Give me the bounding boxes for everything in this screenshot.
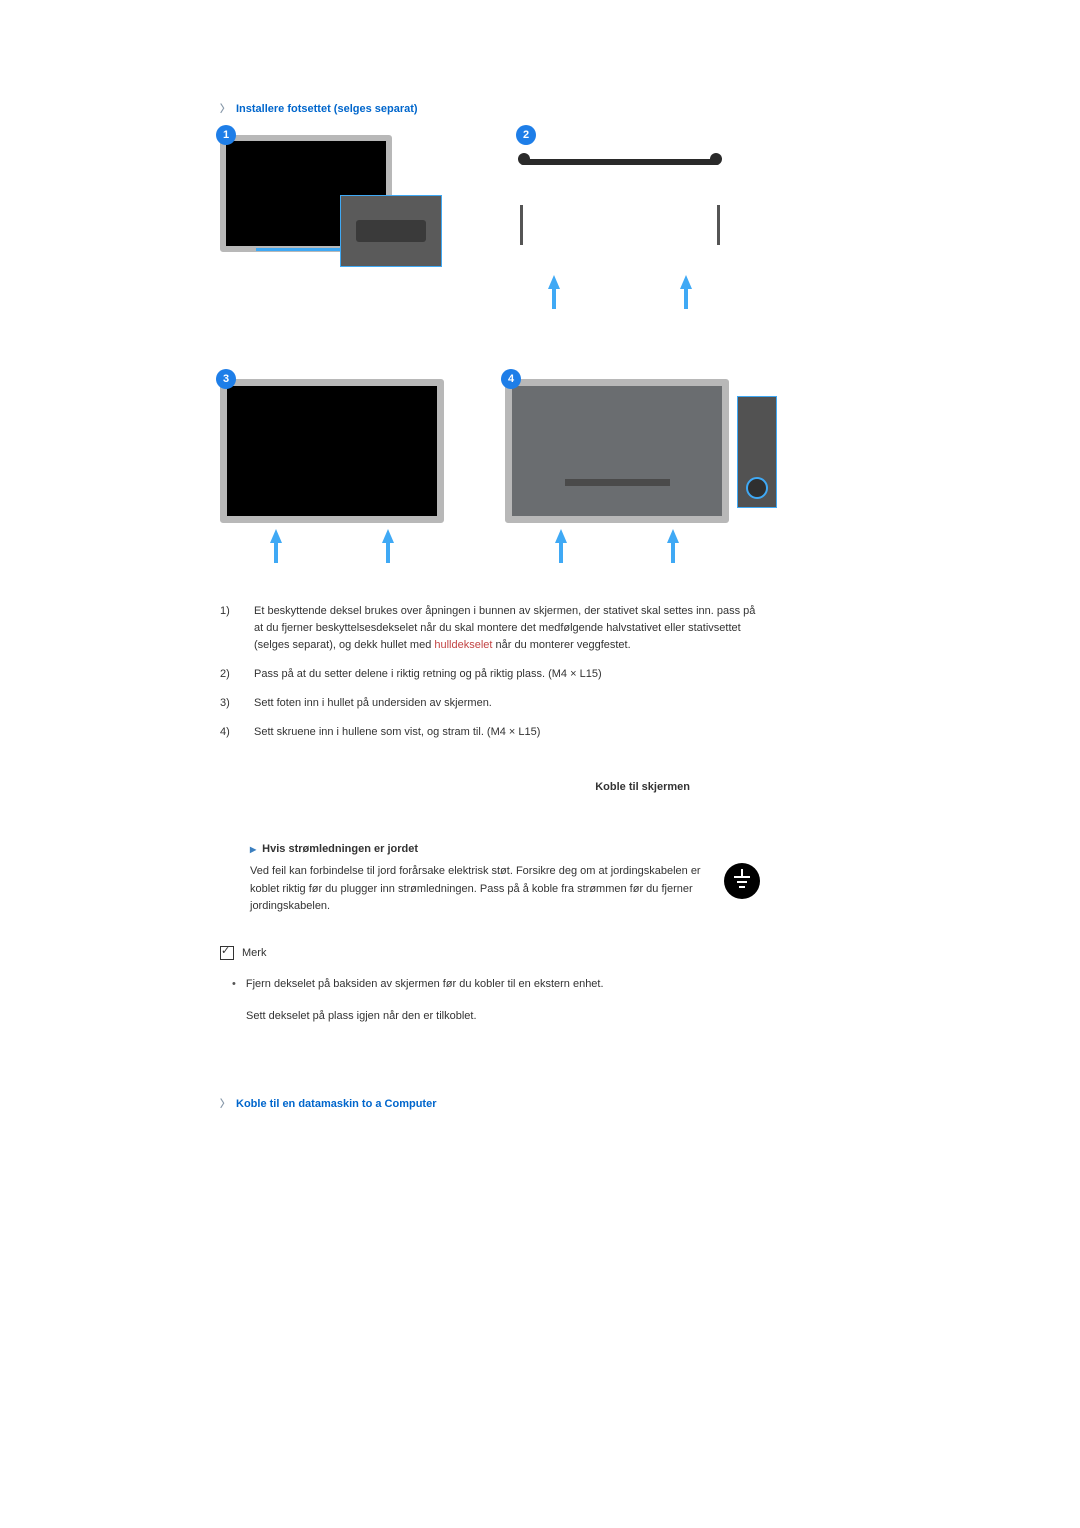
zoom-slot-icon xyxy=(340,195,442,267)
step-1-body: Et beskyttende deksel brukes over åpning… xyxy=(254,603,760,654)
badge-3: 3 xyxy=(216,369,236,389)
heading-power-text: Hvis strømledningen er jordet xyxy=(262,843,418,855)
diagram-4: 4 xyxy=(505,379,760,563)
chevron-icon: 〉 xyxy=(220,1099,230,1110)
step-3-num: 3) xyxy=(220,695,240,712)
diagram-row-2: 3 4 xyxy=(220,379,760,563)
step-3: 3) Sett foten inn i hullet på undersiden… xyxy=(220,695,760,712)
arrow-up-icon xyxy=(548,275,560,309)
note-bullet: Fjern dekselet på baksiden av skjermen f… xyxy=(232,976,760,994)
arrows-under-4 xyxy=(505,529,729,563)
checkbox-icon xyxy=(220,946,234,960)
diagram-2: 2 xyxy=(520,135,740,339)
heading-text: Installere fotsettet (selges separat) xyxy=(236,103,418,115)
heading-power-grounded: ▶ Hvis strømledningen er jordet xyxy=(250,843,760,855)
badge-3-text: 3 xyxy=(223,373,229,385)
heading-connect-text: Koble til en datamaskin to a Computer xyxy=(236,1098,436,1110)
arrow-up-icon xyxy=(667,529,679,563)
monitor-front-large-icon xyxy=(220,379,444,523)
step-1-num: 1) xyxy=(220,603,240,654)
step-4-num: 4) xyxy=(220,724,240,741)
badge-4-text: 4 xyxy=(508,373,514,385)
subheading-connect-monitor: Koble til skjermen xyxy=(220,781,760,793)
note-label: Merk xyxy=(242,947,266,959)
zoom-screwhole-icon xyxy=(737,396,777,508)
diagram-row-1: 1 2 xyxy=(220,135,760,339)
step-2-num: 2) xyxy=(220,666,240,683)
diagram-3: 3 xyxy=(220,379,465,563)
bullet-icon xyxy=(232,976,236,994)
hole-cover-link[interactable]: hulldekselet xyxy=(434,639,492,651)
badge-2-text: 2 xyxy=(523,129,529,141)
step-4: 4) Sett skruene inn i hullene som vist, … xyxy=(220,724,760,741)
pin-icon xyxy=(717,205,720,245)
triangle-icon: ▶ xyxy=(250,845,256,854)
note-row: Merk xyxy=(220,946,760,960)
arrow-up-icon xyxy=(382,529,394,563)
step-1-post: når du monterer veggfestet. xyxy=(492,639,630,651)
steps-list: 1) Et beskyttende deksel brukes over åpn… xyxy=(220,603,760,741)
ground-icon xyxy=(724,863,760,899)
step-4-body: Sett skruene inn i hullene som vist, og … xyxy=(254,724,760,741)
arrow-up-icon xyxy=(680,275,692,309)
arrows-row xyxy=(520,275,720,309)
heading-connect-computer: 〉 Koble til en datamaskin to a Computer xyxy=(220,1095,760,1110)
heading-install-stand: 〉 Installere fotsettet (selges separat) xyxy=(220,100,760,115)
power-block: Ved feil kan forbindelse til jord forårs… xyxy=(250,863,760,916)
power-text: Ved feil kan forbindelse til jord forårs… xyxy=(250,863,716,916)
pins-row xyxy=(520,205,720,245)
diagram-1: 1 xyxy=(220,135,480,305)
monitor-rear-icon xyxy=(505,379,729,523)
badge-1: 1 xyxy=(216,125,236,145)
stand-rail-icon xyxy=(520,159,720,165)
step-1: 1) Et beskyttende deksel brukes over åpn… xyxy=(220,603,760,654)
note-bullet-text: Fjern dekselet på baksiden av skjermen f… xyxy=(246,976,604,994)
arrow-up-icon xyxy=(555,529,567,563)
badge-4: 4 xyxy=(501,369,521,389)
arrow-up-icon xyxy=(270,529,282,563)
step-3-body: Sett foten inn i hullet på undersiden av… xyxy=(254,695,760,712)
arrows-under-3 xyxy=(220,529,444,563)
step-2-body: Pass på at du setter delene i riktig ret… xyxy=(254,666,760,683)
badge-2: 2 xyxy=(516,125,536,145)
pin-icon xyxy=(520,205,523,245)
step-2: 2) Pass på at du setter delene i riktig … xyxy=(220,666,760,683)
note-line: Sett dekselet på plass igjen når den er … xyxy=(246,1008,760,1026)
chevron-icon: 〉 xyxy=(220,104,230,115)
badge-1-text: 1 xyxy=(223,129,229,141)
